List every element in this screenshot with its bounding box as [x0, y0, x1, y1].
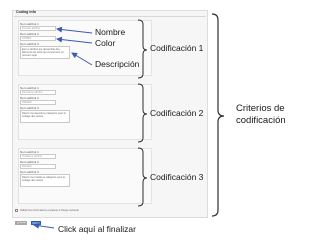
annotation-criterios-line-1: Criterios de: [236, 103, 285, 114]
annotation-nombre: Nombre: [95, 27, 126, 37]
annotation-click-finalizar: Click aquí al finalizar: [58, 224, 136, 234]
annotation-codificacion-1: Codificación 1: [150, 43, 204, 53]
annotation-descripcion: Descripción: [95, 59, 140, 69]
annotation-criterios: Criterios de codificación: [236, 103, 286, 127]
annotation-criterios-line-2: codificación: [236, 115, 286, 126]
annotation-codificacion-2: Codificación 2: [150, 108, 204, 118]
annotation-codificacion-3: Codificación 3: [150, 172, 204, 182]
arrow-nombre: [56, 26, 93, 34]
bracket-codificacion-2: [137, 83, 148, 143]
bracket-criterios: [211, 13, 225, 217]
arrow-descripcion: [71, 52, 93, 66]
bracket-codificacion-1: [137, 19, 148, 79]
bracket-codificacion-3: [137, 147, 148, 207]
annotation-color: Color: [95, 38, 116, 48]
arrow-color: [56, 36, 93, 44]
arrow-finalizar: [33, 222, 55, 229]
